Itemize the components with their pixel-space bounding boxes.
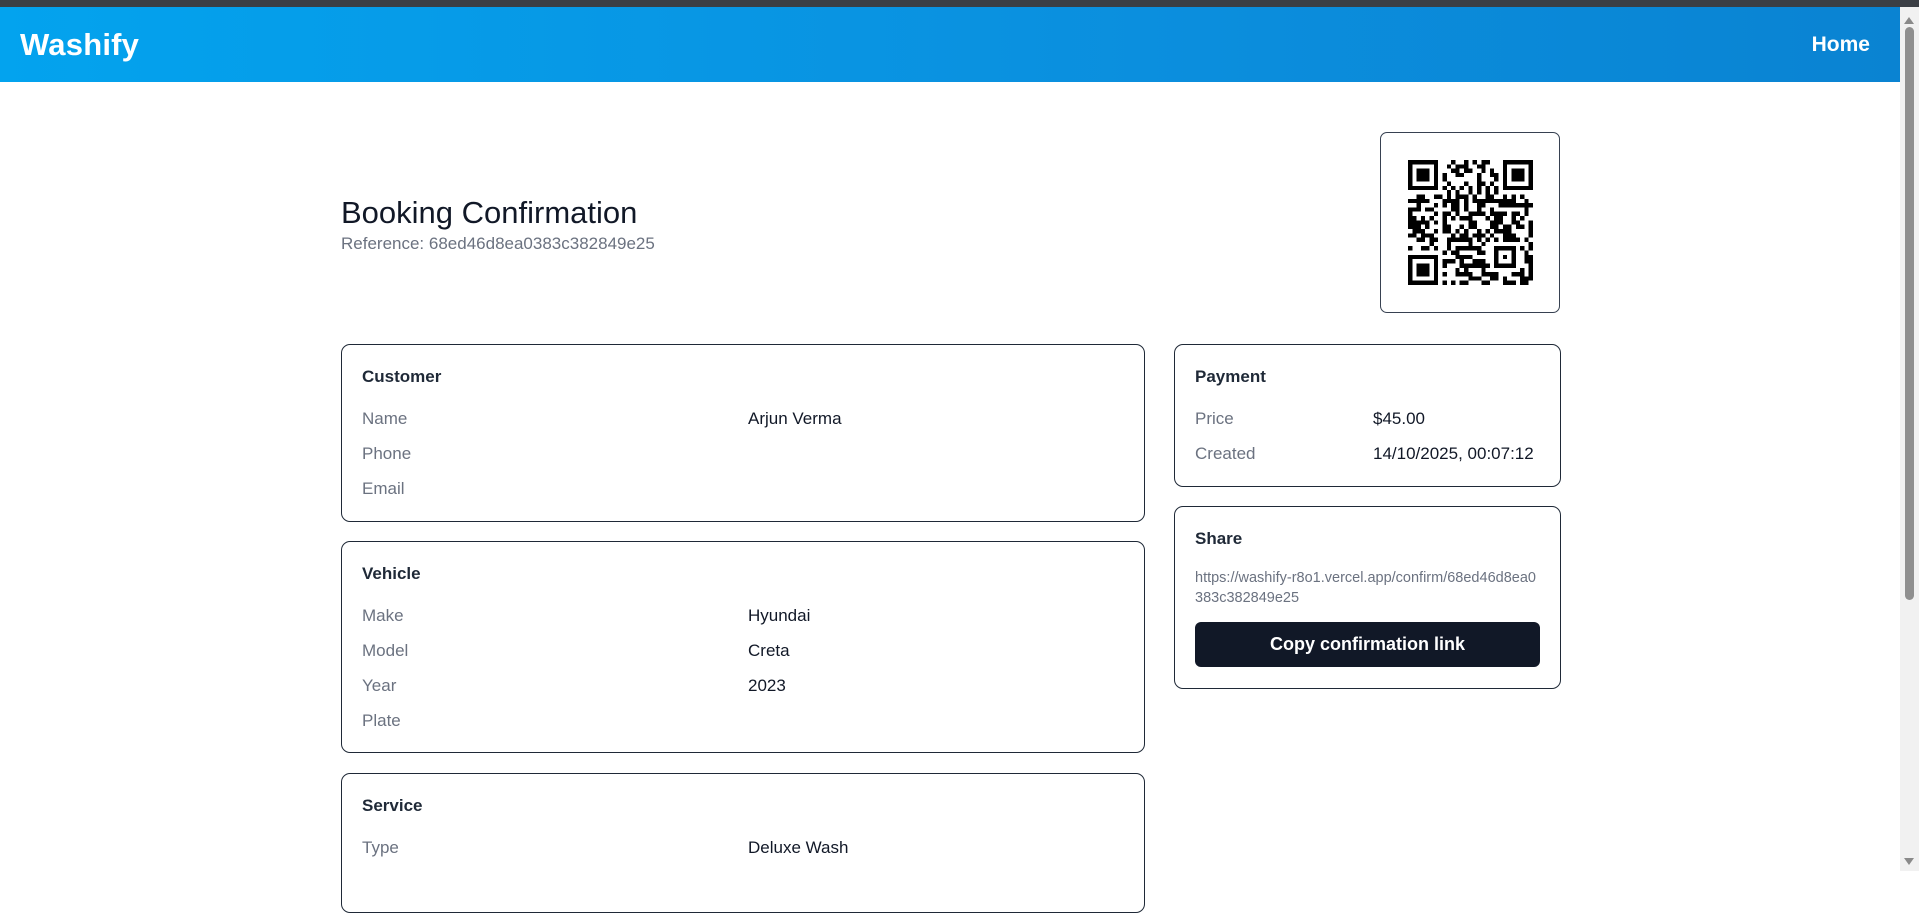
customer-phone-label: Phone: [362, 444, 412, 463]
vehicle-plate-label: Plate: [362, 711, 401, 730]
qr-code-icon: [1407, 160, 1533, 285]
share-card-title: Share: [1195, 529, 1243, 548]
nav-home-link[interactable]: Home: [1812, 33, 1880, 57]
payment-card-title: Payment: [1195, 367, 1266, 386]
customer-card-title: Customer: [362, 367, 442, 386]
vehicle-year-label: Year: [362, 676, 397, 695]
booking-reference: Reference: 68ed46d8ea0383c382849e25: [341, 234, 655, 253]
payment-created-value: 14/10/2025, 00:07:12: [1373, 444, 1534, 463]
vehicle-card: Vehicle Make Hyundai Model Creta Year 20…: [341, 541, 1145, 753]
vehicle-make-value: Hyundai: [748, 606, 811, 625]
page-title: Booking Confirmation: [341, 195, 638, 230]
scroll-up-icon[interactable]: [1904, 17, 1914, 24]
scroll-thumb[interactable]: [1905, 27, 1914, 600]
payment-price-label: Price: [1195, 409, 1234, 428]
payment-price-value: $45.00: [1373, 409, 1425, 428]
customer-name-value: Arjun Verma: [748, 409, 842, 428]
confirmation-header: Booking Confirmation Reference: 68ed46d8…: [341, 196, 655, 254]
copy-confirmation-link-button[interactable]: Copy confirmation link: [1195, 622, 1540, 667]
qr-code-box: [1380, 132, 1560, 313]
navbar: Washify Home: [0, 7, 1900, 82]
browser-top-strip: [0, 0, 1919, 7]
customer-card: Customer Name Arjun Verma Phone Email: [341, 344, 1145, 522]
payment-card: Payment Price $45.00 Created 14/10/2025,…: [1174, 344, 1561, 487]
scroll-down-icon[interactable]: [1904, 858, 1914, 865]
brand-logo[interactable]: Washify: [20, 27, 139, 63]
vehicle-year-value: 2023: [748, 676, 786, 695]
service-type-label: Type: [362, 838, 399, 857]
service-type-value: Deluxe Wash: [748, 838, 849, 857]
service-card-title: Service: [362, 796, 423, 815]
vehicle-model-value: Creta: [748, 641, 790, 660]
payment-created-label: Created: [1195, 444, 1256, 463]
service-card: Service Type Deluxe Wash: [341, 773, 1145, 913]
share-card: Share https://washify-r8o1.vercel.app/co…: [1174, 506, 1561, 689]
page-scrollbar[interactable]: [1900, 7, 1919, 871]
vehicle-model-label: Model: [362, 641, 409, 660]
customer-name-label: Name: [362, 409, 408, 428]
share-url[interactable]: https://washify-r8o1.vercel.app/confirm/…: [1195, 568, 1540, 608]
customer-email-label: Email: [362, 479, 405, 498]
vehicle-card-title: Vehicle: [362, 564, 421, 583]
vehicle-make-label: Make: [362, 606, 404, 625]
